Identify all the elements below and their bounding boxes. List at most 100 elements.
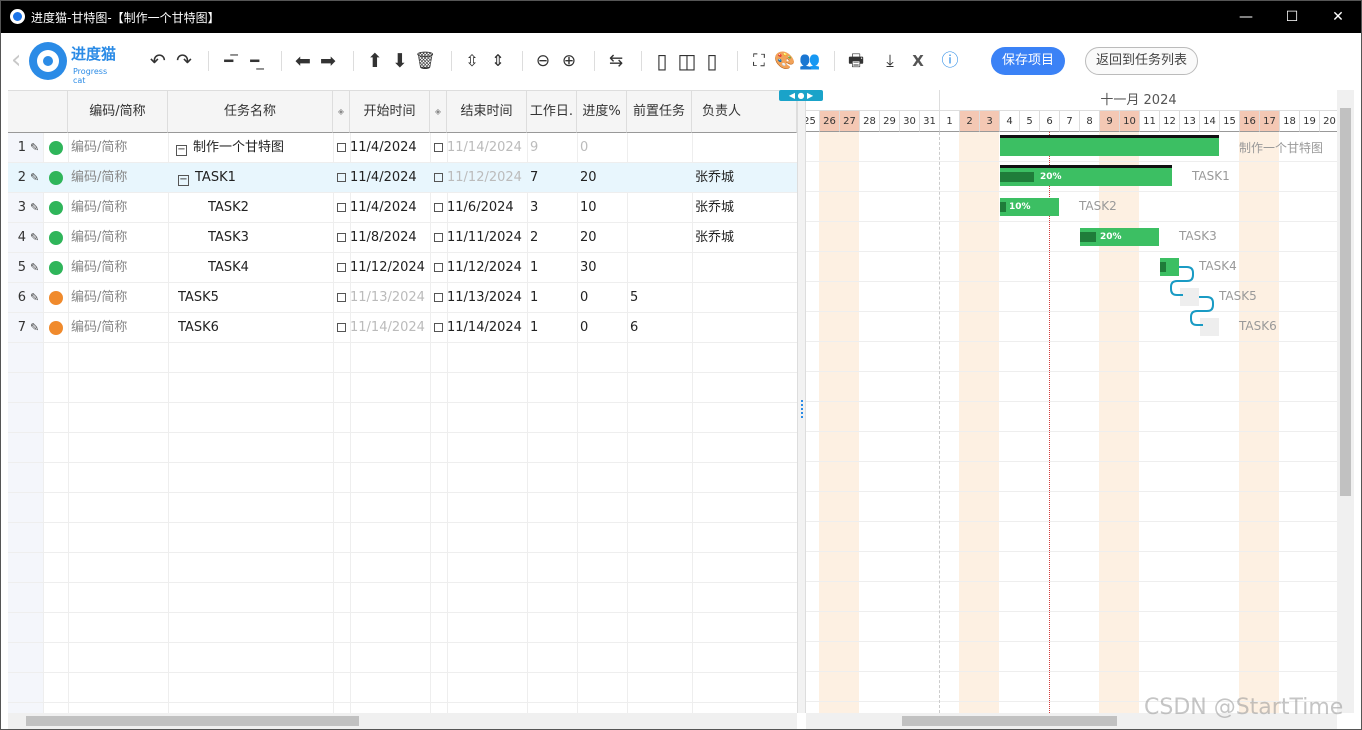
gantt-bar[interactable]: 20% xyxy=(1080,228,1159,246)
back-to-task-list-button[interactable]: 返回到任务列表 xyxy=(1085,47,1198,75)
owner-cell[interactable]: 张乔城 xyxy=(695,223,795,253)
checkbox[interactable] xyxy=(434,203,443,212)
start-time-cell[interactable]: 11/8/2024 xyxy=(337,223,429,253)
progress-cell[interactable]: 0 xyxy=(580,133,625,163)
checkbox[interactable] xyxy=(337,203,346,212)
grid-horizontal-scrollbar[interactable] xyxy=(8,713,797,729)
owner-cell[interactable]: 张乔城 xyxy=(695,193,795,223)
app-logo[interactable]: ‹ 进度猫 Progress cat xyxy=(11,41,121,85)
predecessor-cell[interactable] xyxy=(630,193,690,223)
header-predecessor[interactable]: 前置任务 xyxy=(627,91,692,133)
owner-cell[interactable] xyxy=(695,283,795,313)
palette-icon[interactable]: 🎨 xyxy=(773,49,797,73)
checkbox[interactable] xyxy=(434,143,443,152)
workdays-cell[interactable]: 3 xyxy=(530,193,575,223)
header-end-checkbox-icon[interactable]: ◈ xyxy=(430,91,447,133)
indent-icon[interactable]: ━ ̲ xyxy=(245,49,269,73)
table-row[interactable]: 3 ✎ 编码/简称 TASK2 11/4/2024 11/6/2024 3 10 张乔城 xyxy=(8,193,797,223)
edit-pencil-icon[interactable]: ✎ xyxy=(30,163,39,193)
code-cell[interactable]: 编码/简称 xyxy=(71,223,166,253)
vertical-scroll-thumb[interactable] xyxy=(1340,108,1351,496)
table-row[interactable]: 2 ✎ 编码/简称 − TASK1 11/4/2024 11/12/2024 7 20 张乔城 xyxy=(8,163,797,193)
owner-cell[interactable] xyxy=(695,253,795,283)
header-end-time[interactable]: 结束时间 xyxy=(447,91,527,133)
arrow-down-icon[interactable]: ⬇ xyxy=(388,49,412,73)
header-code[interactable]: 编码/简称 xyxy=(68,91,168,133)
predecessor-cell[interactable] xyxy=(630,133,690,163)
expand-icon[interactable]: ⇳ xyxy=(460,49,484,73)
checkbox[interactable] xyxy=(434,233,443,242)
edit-pencil-icon[interactable]: ✎ xyxy=(30,193,39,223)
edit-pencil-icon[interactable]: ✎ xyxy=(30,283,39,313)
maximize-button[interactable]: ☐ xyxy=(1269,1,1315,33)
table-row[interactable]: 4 ✎ 编码/简称 TASK3 11/8/2024 11/11/2024 2 20 张乔城 xyxy=(8,223,797,253)
header-progress[interactable]: 进度% xyxy=(577,91,627,133)
chevron-left-icon[interactable]: ‹ xyxy=(11,47,21,73)
header-start-time[interactable]: 开始时间 xyxy=(350,91,430,133)
grid-scroll-thumb[interactable] xyxy=(26,716,359,726)
start-time-cell[interactable]: 11/14/2024 xyxy=(337,313,429,343)
help-icon[interactable]: ⓘ xyxy=(938,49,962,73)
start-time-cell[interactable]: 11/12/2024 xyxy=(337,253,429,283)
owner-cell[interactable] xyxy=(695,133,795,163)
start-time-cell[interactable]: 11/4/2024 xyxy=(337,163,429,193)
start-time-cell[interactable]: 11/13/2024 xyxy=(337,283,429,313)
gantt-scroll-thumb[interactable] xyxy=(902,716,1117,726)
checkbox[interactable] xyxy=(434,293,443,302)
progress-cell[interactable]: 10 xyxy=(580,193,625,223)
edit-pencil-icon[interactable]: ✎ xyxy=(30,253,39,283)
owner-cell[interactable] xyxy=(695,313,795,343)
table-row[interactable]: 6 ✎ 编码/简称 TASK5 11/13/2024 11/13/2024 1 0 5 xyxy=(8,283,797,313)
gantt-bar-empty[interactable] xyxy=(1180,288,1199,306)
table-row[interactable]: 5 ✎ 编码/简称 TASK4 11/12/2024 11/12/2024 1 30 xyxy=(8,253,797,283)
task-name-cell[interactable]: − TASK1 xyxy=(178,163,338,193)
header-start-checkbox-icon[interactable]: ◈ xyxy=(333,91,350,133)
end-time-cell[interactable]: 11/14/2024 xyxy=(434,313,526,343)
predecessor-cell[interactable]: 5 xyxy=(630,283,690,313)
gantt-bar[interactable] xyxy=(1000,135,1219,156)
pane-splitter[interactable] xyxy=(797,90,806,713)
users-icon[interactable]: 👥 xyxy=(798,49,822,73)
edit-pencil-icon[interactable]: ✎ xyxy=(30,223,39,253)
edit-pencil-icon[interactable]: ✎ xyxy=(30,313,39,343)
close-button[interactable]: ✕ xyxy=(1315,1,1361,33)
gantt-bar[interactable]: 10% xyxy=(1000,198,1059,216)
start-time-cell[interactable]: 11/4/2024 xyxy=(337,133,429,163)
task-name-cell[interactable]: − 制作一个甘特图 xyxy=(176,133,336,163)
arrow-up-icon[interactable]: ⬆ xyxy=(363,49,387,73)
workdays-cell[interactable]: 1 xyxy=(530,283,575,313)
print-icon[interactable]: 🖶 xyxy=(844,49,868,73)
checkbox[interactable] xyxy=(337,263,346,272)
drag-handle-icon[interactable] xyxy=(801,400,803,418)
checkbox[interactable] xyxy=(337,173,346,182)
end-time-cell[interactable]: 11/6/2024 xyxy=(434,193,526,223)
excel-icon[interactable]: X xyxy=(906,49,930,73)
gantt-bar[interactable]: 20% xyxy=(1000,165,1172,186)
checkbox[interactable] xyxy=(434,173,443,182)
code-cell[interactable]: 编码/简称 xyxy=(71,133,166,163)
layout-left-icon[interactable]: ▯ xyxy=(651,49,673,73)
arrow-left-icon[interactable]: ⬅ xyxy=(291,49,315,73)
workdays-cell[interactable]: 1 xyxy=(530,253,575,283)
predecessor-cell[interactable] xyxy=(630,223,690,253)
checkbox[interactable] xyxy=(337,143,346,152)
fullscreen-icon[interactable]: ⛶ xyxy=(747,49,771,73)
arrow-right-icon[interactable]: ➡ xyxy=(316,49,340,73)
task-name-cell[interactable]: TASK5 xyxy=(178,283,338,313)
table-row[interactable]: 1 ✎ 编码/简称 − 制作一个甘特图 11/4/2024 11/14/2024 9 0 xyxy=(8,133,797,163)
code-cell[interactable]: 编码/简称 xyxy=(71,193,166,223)
gantt-bar-empty[interactable] xyxy=(1200,318,1219,336)
save-project-button[interactable]: 保存项目 xyxy=(991,47,1065,75)
minimize-button[interactable]: — xyxy=(1223,1,1269,33)
task-name-cell[interactable]: TASK6 xyxy=(178,313,338,343)
header-workdays[interactable]: 工作日. xyxy=(527,91,577,133)
gantt-scroll-nav[interactable]: ◀ ● ▶ xyxy=(779,90,823,101)
undo-icon[interactable]: ↶ xyxy=(146,49,170,73)
progress-cell[interactable]: 30 xyxy=(580,253,625,283)
code-cell[interactable]: 编码/简称 xyxy=(71,163,166,193)
code-cell[interactable]: 编码/简称 xyxy=(71,253,166,283)
link-icon[interactable]: ⇆ xyxy=(604,49,628,73)
gantt-bar[interactable] xyxy=(1160,258,1179,276)
redo-icon[interactable]: ↷ xyxy=(172,49,196,73)
progress-cell[interactable]: 20 xyxy=(580,223,625,253)
